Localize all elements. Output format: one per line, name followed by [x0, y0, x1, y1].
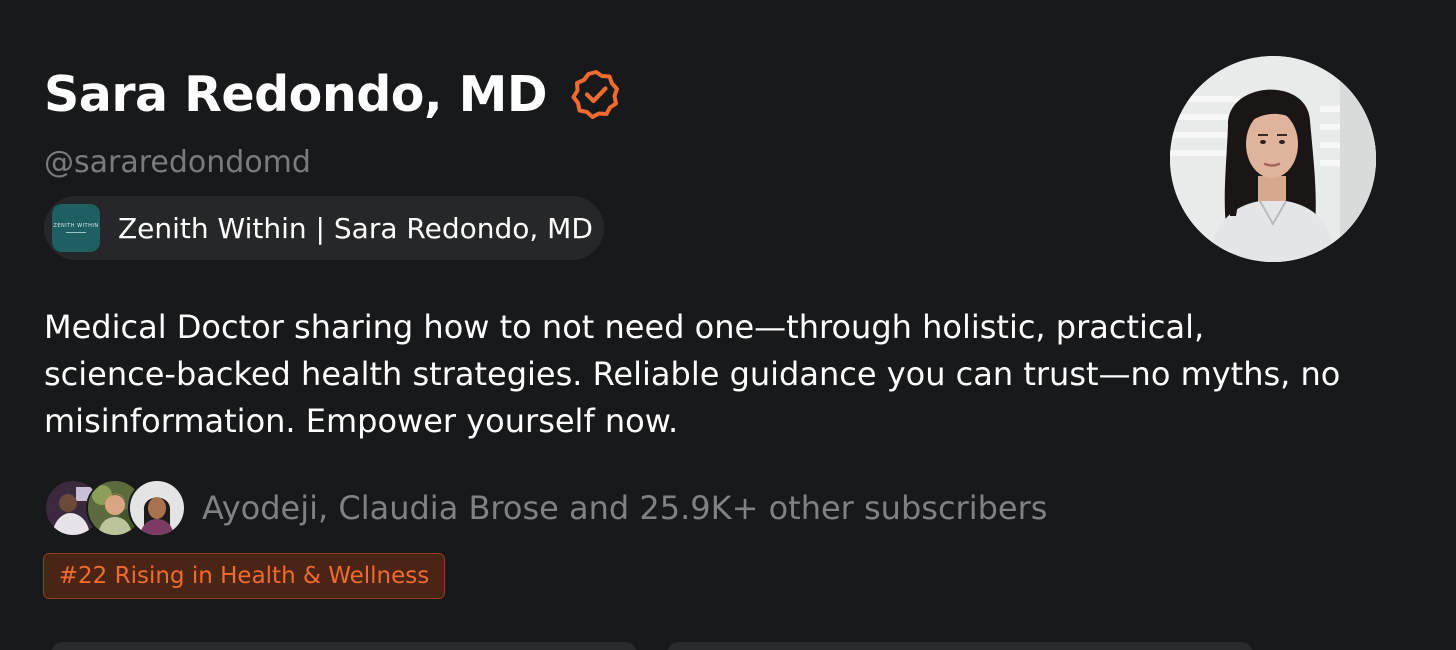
publication-logo-text: ZENITH WITHIN	[53, 223, 99, 229]
profile-avatar[interactable]	[1170, 56, 1376, 262]
profile-header: Sara Redondo, MD @sararedondomd ZENITH W…	[0, 0, 1456, 650]
subscriber-avatar-3	[128, 479, 186, 537]
profile-bio: Medical Doctor sharing how to not need o…	[44, 308, 1341, 440]
verified-badge-icon	[571, 69, 621, 119]
profile-handle[interactable]: @sararedondomd	[44, 145, 311, 180]
publication-name: Zenith Within | Sara Redondo, MD	[118, 211, 593, 245]
profile-name: Sara Redondo, MD	[44, 65, 548, 123]
rank-label: #22 Rising in Health & Wellness	[58, 563, 430, 589]
subscribers-text: Ayodeji, Claudia Brose and 25.9K+ other …	[202, 489, 1048, 527]
subscriber-avatars	[44, 479, 186, 537]
publication-logo: ZENITH WITHIN	[52, 204, 100, 252]
subscribers-row[interactable]: Ayodeji, Claudia Brose and 25.9K+ other …	[44, 478, 1047, 538]
publication-link[interactable]: ZENITH WITHIN Zenith Within | Sara Redon…	[44, 196, 604, 260]
action-button-secondary[interactable]	[668, 642, 1252, 650]
action-button-subscribe[interactable]	[52, 642, 636, 650]
rank-badge[interactable]: #22 Rising in Health & Wellness	[43, 553, 445, 599]
name-row: Sara Redondo, MD	[44, 58, 621, 130]
